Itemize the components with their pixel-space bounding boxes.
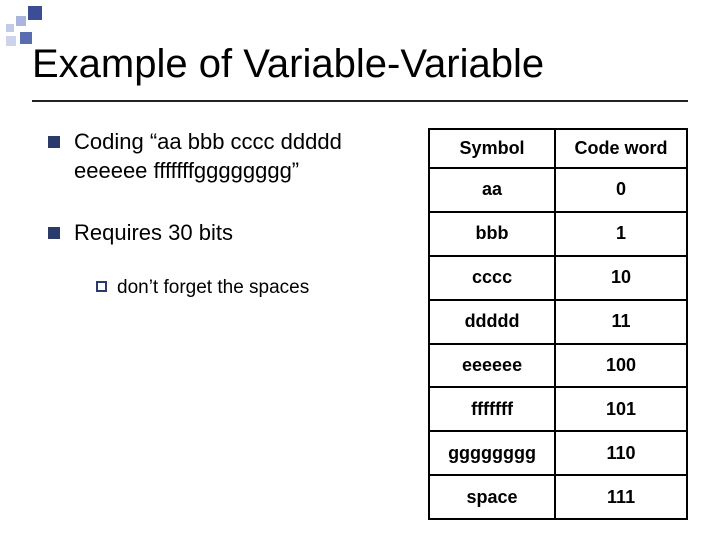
bullet-text: Requires 30 bits <box>74 219 410 248</box>
bullet-level1: Requires 30 bits <box>48 219 410 248</box>
table-header-row: Symbol Code word <box>429 129 687 168</box>
cell-code: 110 <box>555 431 687 475</box>
page-title: Example of Variable-Variable <box>32 42 688 86</box>
cell-symbol: aa <box>429 168 555 212</box>
col-header-symbol: Symbol <box>429 129 555 168</box>
cell-code: 0 <box>555 168 687 212</box>
cell-symbol: gggggggg <box>429 431 555 475</box>
bullet-text: don’t forget the spaces <box>117 276 309 301</box>
cell-code: 1 <box>555 212 687 256</box>
title-wrap: Example of Variable-Variable <box>32 42 688 86</box>
sub-bullet-group: don’t forget the spaces <box>48 276 410 301</box>
table-row: fffffff 101 <box>429 387 687 431</box>
bullet-level2: don’t forget the spaces <box>96 276 410 301</box>
table-row: bbb 1 <box>429 212 687 256</box>
open-square-bullet-icon <box>96 281 107 292</box>
table-row: aa 0 <box>429 168 687 212</box>
col-header-codeword: Code word <box>555 129 687 168</box>
bullet-level1: Coding “aa bbb cccc ddddd eeeeee fffffff… <box>48 128 410 185</box>
cell-symbol: ddddd <box>429 300 555 344</box>
cell-code: 10 <box>555 256 687 300</box>
cell-symbol: bbb <box>429 212 555 256</box>
square-bullet-icon <box>48 136 60 148</box>
slide: { "title": "Example of Variable-Variable… <box>0 0 720 540</box>
cell-symbol: fffffff <box>429 387 555 431</box>
code-table: Symbol Code word aa 0 bbb 1 cccc <box>428 128 688 520</box>
cell-symbol: eeeeee <box>429 344 555 388</box>
slide-body: Coding “aa bbb cccc ddddd eeeeee fffffff… <box>48 128 688 520</box>
table-column: Symbol Code word aa 0 bbb 1 cccc <box>418 128 688 520</box>
cell-code: 111 <box>555 475 687 519</box>
bullet-column: Coding “aa bbb cccc ddddd eeeeee fffffff… <box>48 128 418 520</box>
square-bullet-icon <box>48 227 60 239</box>
cell-code: 101 <box>555 387 687 431</box>
table-row: gggggggg 110 <box>429 431 687 475</box>
table-row: cccc 10 <box>429 256 687 300</box>
cell-code: 11 <box>555 300 687 344</box>
cell-code: 100 <box>555 344 687 388</box>
cell-symbol: space <box>429 475 555 519</box>
table-row: space 111 <box>429 475 687 519</box>
title-rule <box>32 100 688 102</box>
table-row: ddddd 11 <box>429 300 687 344</box>
bullet-text: Coding “aa bbb cccc ddddd eeeeee fffffff… <box>74 128 410 185</box>
cell-symbol: cccc <box>429 256 555 300</box>
table-row: eeeeee 100 <box>429 344 687 388</box>
